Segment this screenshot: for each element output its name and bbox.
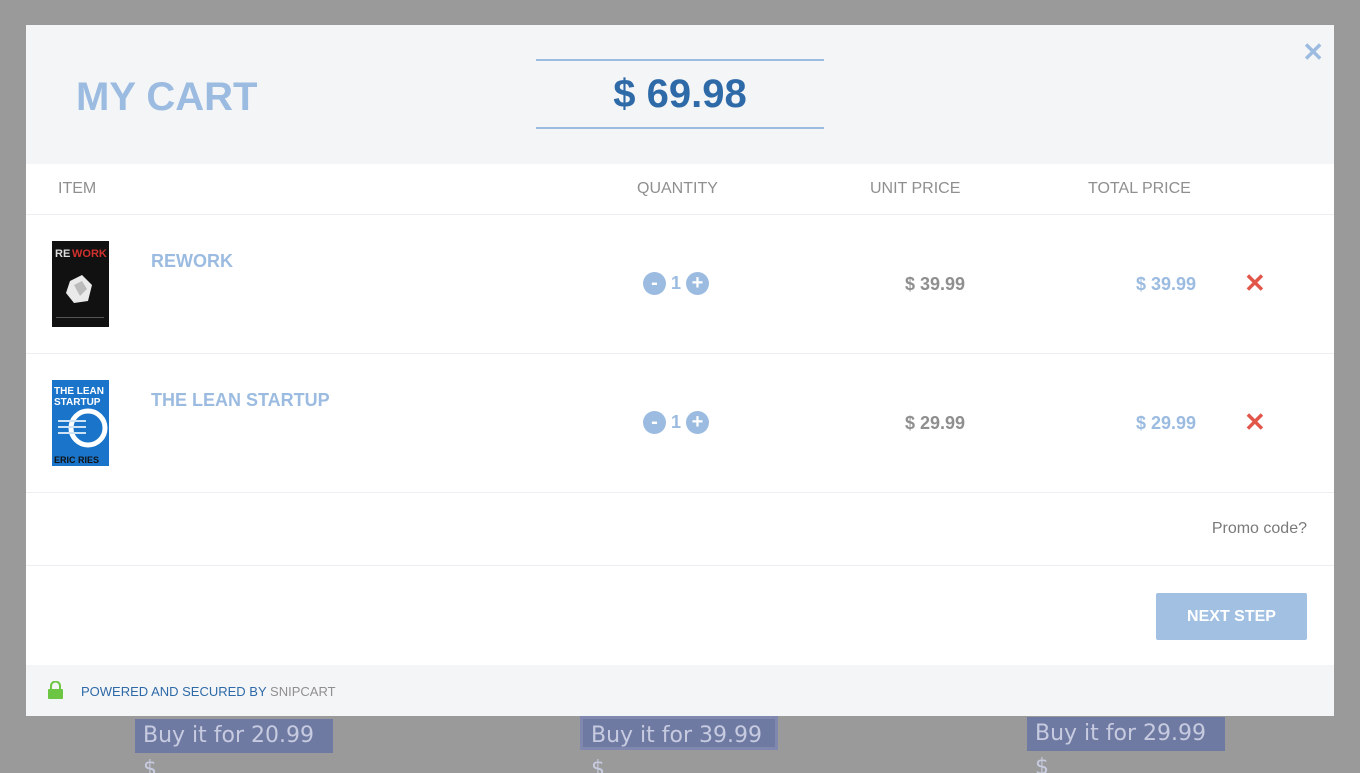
remove-item-icon[interactable]: ✕ xyxy=(1244,268,1266,299)
cart-modal: MY CART $ 69.98 ✕ ITEM QUANTITY UNIT PRI… xyxy=(26,25,1334,716)
column-quantity: QUANTITY xyxy=(637,180,718,197)
total-price: $ 29.99 xyxy=(1135,413,1196,433)
item-name[interactable]: REWORK xyxy=(151,251,233,272)
next-step-button[interactable]: NEXT STEP xyxy=(1156,593,1307,640)
promo-code-link[interactable]: Promo code? xyxy=(1212,520,1307,538)
rework-book-cover: RE WORK xyxy=(52,241,109,327)
close-icon[interactable]: ✕ xyxy=(1302,37,1324,68)
decrement-button[interactable]: - xyxy=(643,411,666,434)
unit-price: $ 29.99 xyxy=(904,413,965,433)
svg-text:RE: RE xyxy=(55,248,70,260)
buy-button-29-99[interactable]: Buy it for 29.99 $ xyxy=(1027,717,1225,773)
svg-text:WORK: WORK xyxy=(72,248,107,260)
remove-item-icon[interactable]: ✕ xyxy=(1244,407,1266,438)
buy-button-39-99[interactable]: Buy it for 39.99 $ xyxy=(580,716,778,773)
unit-price: $ 39.99 xyxy=(904,274,965,294)
quantity-stepper: - 1 + xyxy=(643,411,709,434)
quantity-stepper: - 1 + xyxy=(643,272,709,295)
quantity-value: 1 xyxy=(670,273,681,293)
column-item: ITEM xyxy=(58,180,97,197)
svg-text:THE LEAN: THE LEAN xyxy=(54,386,104,397)
cart-header: MY CART $ 69.98 ✕ xyxy=(26,25,1334,164)
cart-total: $ 69.98 xyxy=(536,59,824,129)
lock-icon xyxy=(48,681,63,699)
column-total-price: TOTAL PRICE xyxy=(1088,180,1191,197)
quantity-value: 1 xyxy=(670,412,681,432)
cart-title: MY CART xyxy=(76,75,258,119)
actions-section: NEXT STEP xyxy=(26,566,1334,666)
column-unit-price: UNIT PRICE xyxy=(870,180,961,197)
powered-label: POWERED AND SECURED BY xyxy=(81,684,267,699)
increment-button[interactable]: + xyxy=(686,272,709,295)
promo-section: Promo code? xyxy=(26,493,1334,566)
increment-button[interactable]: + xyxy=(686,411,709,434)
snipcart-brand[interactable]: SNIPCART xyxy=(270,684,336,699)
cart-row: THE LEAN STARTUP ERIC RIES THE LEAN STAR… xyxy=(26,354,1334,493)
total-price: $ 39.99 xyxy=(1135,274,1196,294)
buy-button-20-99[interactable]: Buy it for 20.99 $ xyxy=(135,719,333,773)
svg-text:ERIC RIES: ERIC RIES xyxy=(54,455,99,465)
column-headers: ITEM QUANTITY UNIT PRICE TOTAL PRICE xyxy=(26,164,1334,215)
svg-text:STARTUP: STARTUP xyxy=(54,397,101,408)
decrement-button[interactable]: - xyxy=(643,272,666,295)
cart-row: RE WORK REWORK - 1 + $ 39.99 $ 39.99 ✕ xyxy=(26,215,1334,354)
cart-footer: POWERED AND SECURED BY SNIPCART xyxy=(26,665,1334,716)
lean-startup-book-cover: THE LEAN STARTUP ERIC RIES xyxy=(52,380,109,466)
powered-by-text[interactable]: POWERED AND SECURED BY SNIPCART xyxy=(81,684,336,699)
item-name[interactable]: THE LEAN STARTUP xyxy=(151,390,330,411)
